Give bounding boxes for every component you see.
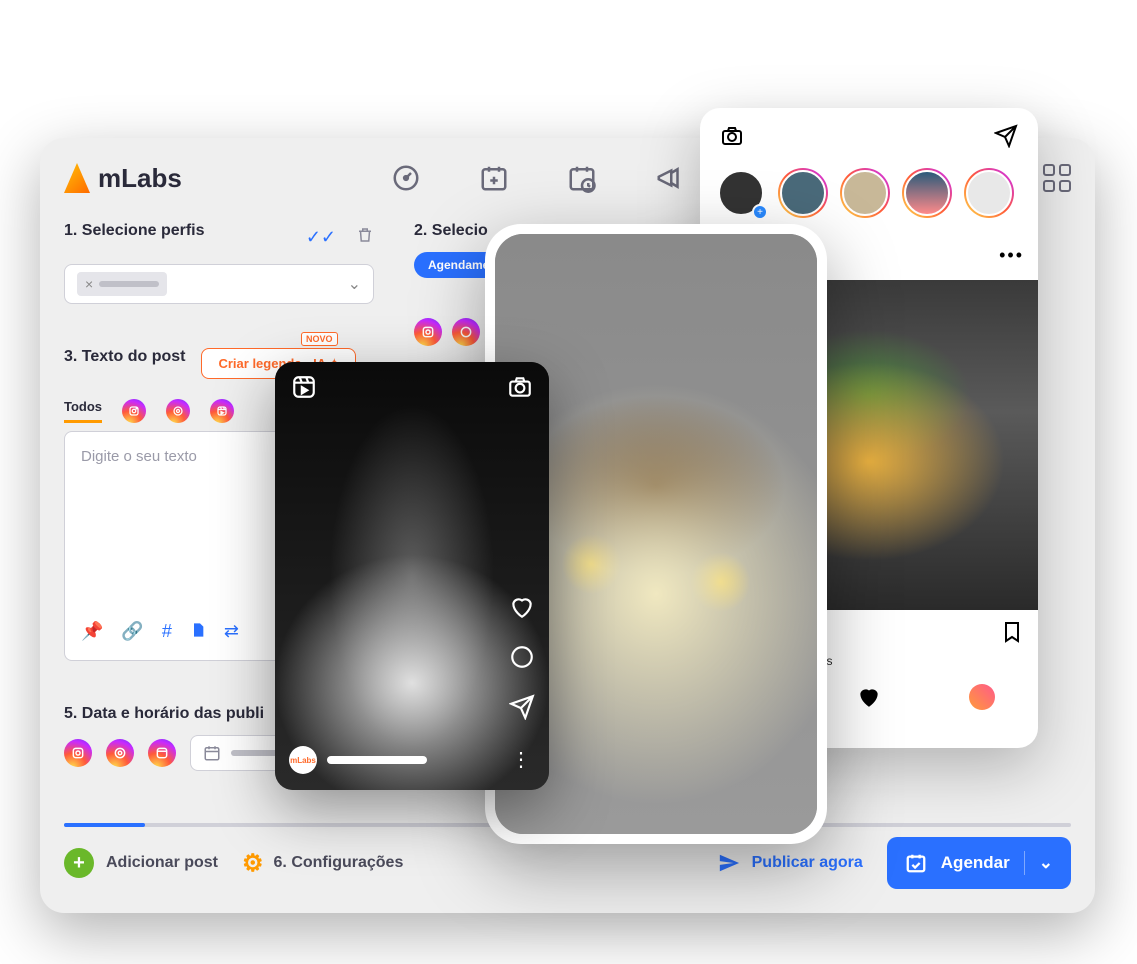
schedule-label: Agendar xyxy=(941,853,1010,873)
tab-all[interactable]: Todos xyxy=(64,399,102,423)
story-1[interactable] xyxy=(778,168,828,218)
story-own[interactable]: + xyxy=(716,168,766,218)
reels-avatar[interactable]: mLabs xyxy=(289,746,317,774)
repost-icon[interactable]: ⇄ xyxy=(224,621,239,644)
reels-caption-placeholder xyxy=(327,756,427,764)
share-icon[interactable] xyxy=(509,694,535,720)
story-3[interactable] xyxy=(902,168,952,218)
date-instagram-feed-icon[interactable] xyxy=(64,739,92,767)
pin-icon[interactable]: 📌 xyxy=(81,621,103,644)
logo: mLabs xyxy=(64,163,182,194)
calendar-add-icon[interactable] xyxy=(478,162,510,194)
config-button[interactable]: ⚙ 6. Configurações xyxy=(242,849,403,878)
logo-icon xyxy=(64,163,90,193)
add-story-icon: + xyxy=(752,204,768,220)
profile-avatar-icon[interactable] xyxy=(969,684,995,710)
chevron-down-icon[interactable]: ⌄ xyxy=(1039,853,1053,873)
calendar-clock-icon[interactable] xyxy=(566,162,598,194)
apps-icon[interactable] xyxy=(1043,164,1071,192)
tag-placeholder xyxy=(99,281,159,287)
plus-icon: + xyxy=(64,848,94,878)
bookmark-icon[interactable] xyxy=(1000,620,1024,644)
profile-select[interactable]: × ⌄ xyxy=(64,264,374,304)
remove-tag-icon[interactable]: × xyxy=(85,276,93,292)
footer: + Adicionar post ⚙ 6. Configurações Publ… xyxy=(64,837,1071,889)
instagram-feed-icon[interactable] xyxy=(122,399,146,423)
instagram-reels-icon[interactable] xyxy=(210,399,234,423)
text-title: 3. Texto do post xyxy=(64,348,185,366)
post-menu-icon[interactable]: ••• xyxy=(999,245,1024,266)
nav-icons xyxy=(390,162,686,194)
brand-name: mLabs xyxy=(98,163,182,194)
link-icon[interactable]: 🔗 xyxy=(121,621,143,644)
reels-top xyxy=(275,362,549,412)
config-label: 6. Configurações xyxy=(274,854,404,872)
date-instagram-story-icon[interactable] xyxy=(106,739,134,767)
add-post-label: Adicionar post xyxy=(106,854,218,872)
profiles-title: 1. Selecione perfis xyxy=(64,222,205,240)
comment-icon[interactable] xyxy=(509,644,535,670)
schedule-button[interactable]: Agendar ⌄ xyxy=(887,837,1071,889)
send-dm-icon[interactable] xyxy=(994,124,1018,148)
date-instagram-reels-icon[interactable] xyxy=(148,739,176,767)
profile-tag[interactable]: × xyxy=(77,272,167,296)
calendar-icon xyxy=(203,744,221,762)
camera-icon[interactable] xyxy=(720,124,744,148)
publish-label: Publicar agora xyxy=(752,854,863,872)
format-instagram-feed-icon[interactable] xyxy=(414,318,442,346)
format-instagram-story-icon[interactable] xyxy=(452,318,480,346)
publish-now-button[interactable]: Publicar agora xyxy=(718,852,863,874)
reels-icon[interactable] xyxy=(291,374,317,400)
send-icon xyxy=(718,852,740,874)
add-post-button[interactable]: + Adicionar post xyxy=(64,848,218,878)
reels-more-icon[interactable]: ⋮ xyxy=(511,747,531,772)
chevron-down-icon[interactable]: ⌄ xyxy=(348,274,361,294)
camera-icon[interactable] xyxy=(507,374,533,400)
feed-top-bar xyxy=(700,108,1038,164)
file-icon[interactable] xyxy=(190,621,206,644)
story-4[interactable] xyxy=(964,168,1014,218)
gauge-icon[interactable] xyxy=(390,162,422,194)
novo-badge: NOVO xyxy=(301,332,338,346)
megaphone-icon[interactable] xyxy=(654,162,686,194)
stories-row: + xyxy=(700,164,1038,230)
story-2[interactable] xyxy=(840,168,890,218)
heart-icon[interactable] xyxy=(856,684,882,710)
reels-actions xyxy=(509,594,535,720)
gear-icon: ⚙ xyxy=(242,849,264,878)
reels-bottom: mLabs xyxy=(289,746,427,774)
trash-icon[interactable] xyxy=(356,226,374,249)
profiles-header: 1. Selecione perfis ✓✓ xyxy=(64,222,374,252)
instagram-story-icon[interactable] xyxy=(166,399,190,423)
reels-preview: mLabs ⋮ xyxy=(275,362,549,790)
progress-fill xyxy=(64,823,145,827)
check-all-icon[interactable]: ✓✓ xyxy=(306,227,336,248)
calendar-check-icon xyxy=(905,852,927,874)
heart-outline-icon[interactable] xyxy=(509,594,535,620)
hashtag-icon[interactable]: # xyxy=(162,621,172,644)
